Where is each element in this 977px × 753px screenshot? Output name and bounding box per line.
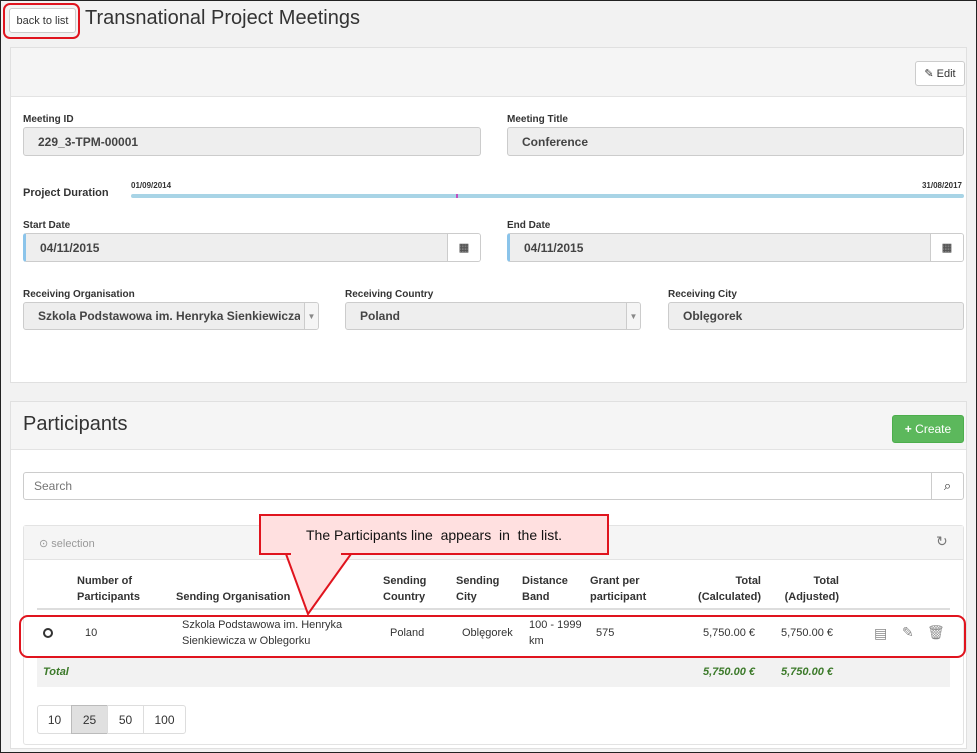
start-date-field[interactable]: 04/11/2015 ▦ (23, 233, 481, 262)
search-button[interactable]: ⌕ (931, 472, 964, 500)
col-total-adj[interactable]: Total (Adjusted) (769, 573, 839, 605)
meeting-title-field[interactable]: Conference (507, 127, 964, 156)
col-number[interactable]: Number of Participants (77, 573, 157, 605)
selection-label: ⊙ selection (39, 538, 95, 550)
col-total-calc[interactable]: Total (Calculated) (681, 573, 761, 605)
create-button[interactable]: + Create (892, 415, 964, 443)
participants-header (11, 402, 966, 450)
project-duration-label: Project Duration (23, 187, 109, 199)
end-date-value: 04/11/2015 (524, 240, 584, 255)
meeting-panel-header (11, 48, 966, 97)
duration-end: 31/08/2017 (921, 181, 962, 190)
edit-button[interactable]: ✎ Edit (915, 61, 965, 86)
annotation-highlight-row (19, 615, 966, 658)
chevron-down-icon: ▼ (626, 303, 640, 329)
end-date-field[interactable]: 04/11/2015 ▦ (507, 233, 964, 262)
callout-tail-cover (291, 551, 341, 556)
search-input[interactable] (23, 472, 932, 500)
page-size-25[interactable]: 25 (71, 705, 108, 734)
callout-text: The Participants line appears in the lis… (305, 526, 563, 543)
meeting-id-label: Meeting ID (23, 114, 74, 125)
page-size-50[interactable]: 50 (107, 705, 144, 734)
duration-timeline (131, 194, 964, 198)
annotation-callout: The Participants line appears in the lis… (259, 514, 609, 555)
duration-start: 01/09/2014 (131, 181, 172, 190)
annotation-highlight-back (3, 3, 80, 39)
receiving-country-label: Receiving Country (345, 289, 434, 300)
edit-icon: ✎ (924, 68, 934, 80)
receiving-city-field[interactable]: Oblęgorek (668, 302, 964, 330)
page-title: Transnational Project Meetings (85, 7, 360, 29)
page-size-100[interactable]: 100 (143, 705, 186, 734)
total-adj: 5,750.00 € (781, 666, 833, 678)
page-size-10[interactable]: 10 (37, 705, 72, 734)
receiving-org-value: Szkola Podstawowa im. Henryka Sienkiewic… (38, 309, 300, 323)
meeting-id-field[interactable]: 229_3-TPM-00001 (23, 127, 481, 156)
selection-text: selection (51, 538, 95, 550)
total-calc: 5,750.00 € (703, 666, 755, 678)
end-date-label: End Date (507, 220, 551, 231)
refresh-icon[interactable]: ↻ (936, 533, 948, 550)
meeting-title-label: Meeting Title (507, 114, 568, 125)
plus-icon: + (904, 422, 912, 436)
meeting-marker (456, 194, 458, 198)
receiving-org-select[interactable]: Szkola Podstawowa im. Henryka Sienkiewic… (23, 302, 319, 330)
calendar-icon[interactable]: ▦ (930, 234, 963, 261)
chevron-down-icon: ▼ (304, 303, 318, 329)
participants-title: Participants (23, 413, 128, 435)
total-label: Total (43, 666, 69, 678)
calendar-icon[interactable]: ▦ (447, 234, 480, 261)
start-date-label: Start Date (23, 220, 71, 231)
receiving-country-value: Poland (360, 309, 401, 323)
meeting-panel: ✎ Edit (10, 47, 967, 383)
receiving-country-select[interactable]: Poland ▼ (345, 302, 641, 330)
receiving-org-label: Receiving Organisation (23, 289, 135, 300)
start-date-value: 04/11/2015 (40, 240, 100, 255)
receiving-city-label: Receiving City (668, 289, 737, 300)
